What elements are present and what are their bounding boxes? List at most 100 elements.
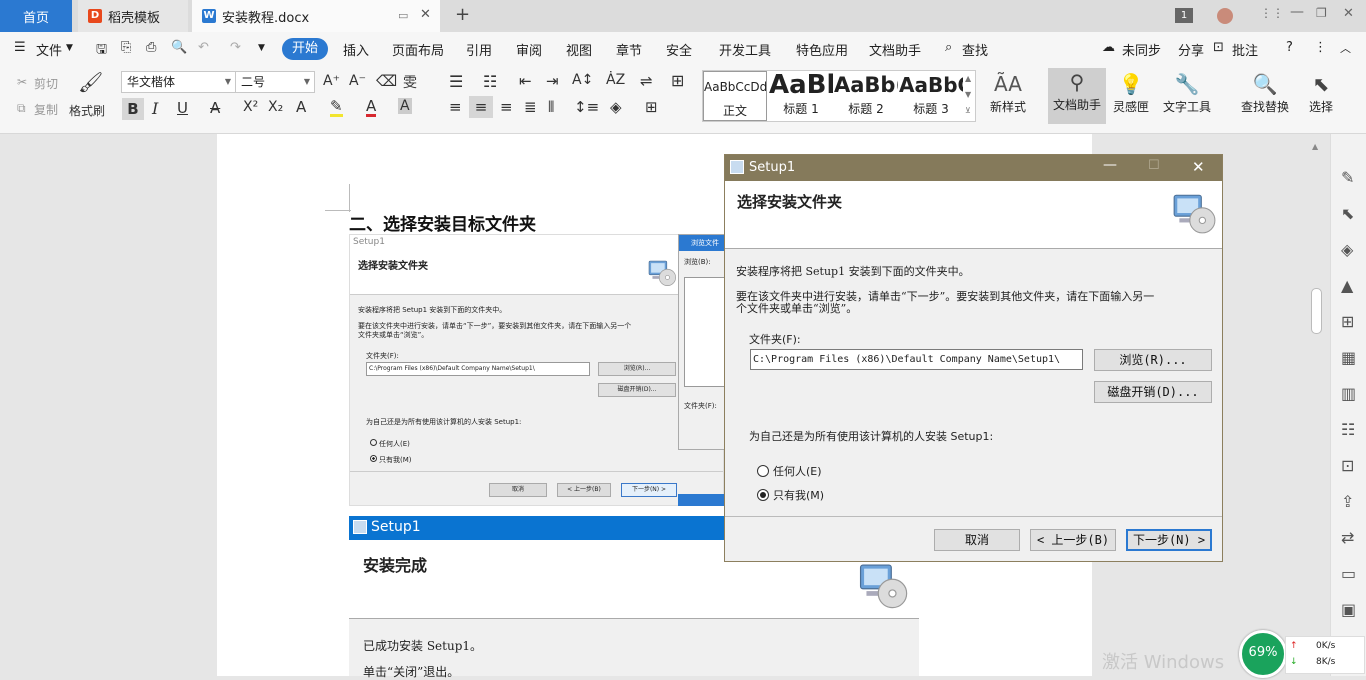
- quick-access-chevron-icon[interactable]: ▼: [258, 43, 265, 53]
- settings-icon[interactable]: ☷: [1341, 420, 1355, 439]
- format-painter-button[interactable]: 格式刷: [69, 102, 105, 119]
- translate-icon[interactable]: ⇄: [1341, 528, 1354, 547]
- bold-button[interactable]: B: [122, 98, 144, 120]
- cut-button[interactable]: 剪切: [34, 75, 58, 92]
- decrease-indent-icon[interactable]: ⇤: [519, 72, 532, 90]
- skin-icon[interactable]: ⋮⋮: [1260, 6, 1284, 20]
- menu-search[interactable]: 查找: [962, 40, 988, 59]
- highlight-button[interactable]: ✎: [330, 98, 343, 117]
- pinyin-icon[interactable]: 雯: [403, 72, 417, 92]
- increase-indent-icon[interactable]: ⇥: [546, 72, 559, 90]
- char-shading-button[interactable]: A: [398, 98, 412, 114]
- fill-icon[interactable]: ▲: [1341, 276, 1353, 295]
- font-size-select[interactable]: 二号 ▼: [235, 71, 315, 93]
- menu-start[interactable]: 开始: [282, 38, 328, 60]
- export-icon[interactable]: ⎘: [121, 40, 131, 55]
- copy-button[interactable]: 复制: [34, 101, 58, 118]
- menu-file[interactable]: 文件: [36, 40, 62, 59]
- window-close-icon[interactable]: ✕: [1343, 6, 1354, 21]
- chart-icon[interactable]: ▥: [1341, 384, 1356, 403]
- redo-icon[interactable]: ↷: [230, 40, 241, 55]
- search-icon[interactable]: ⌕: [945, 40, 952, 55]
- dialog-titlebar[interactable]: Setup1 — ☐ ✕: [725, 155, 1222, 181]
- clear-format-icon[interactable]: ⌫: [376, 72, 397, 90]
- dialog-close-icon[interactable]: ✕: [1192, 158, 1205, 176]
- tab-home[interactable]: 首页: [0, 0, 72, 32]
- menu-references[interactable]: 引用: [466, 40, 492, 59]
- image-search-icon[interactable]: ⊡: [1341, 456, 1354, 475]
- folder-path-input[interactable]: C:\Program Files (x86)\Default Company N…: [750, 349, 1083, 370]
- disk-cost-button[interactable]: 磁盘开销(D)...: [1094, 381, 1212, 403]
- next-button[interactable]: 下一步(N) >: [1126, 529, 1212, 551]
- scroll-thumb[interactable]: [1311, 288, 1322, 334]
- subscript-button[interactable]: X₂: [268, 99, 283, 115]
- tab-docer[interactable]: D 稻壳模板: [78, 0, 188, 32]
- align-left-icon[interactable]: ≡: [449, 98, 462, 116]
- doc-assistant-button[interactable]: ⚲ 文档助手: [1048, 68, 1106, 124]
- pen-icon[interactable]: ✎: [1341, 168, 1354, 187]
- new-tab-button[interactable]: +: [455, 4, 470, 25]
- font-color-button[interactable]: A: [366, 98, 377, 117]
- line-spacing-icon[interactable]: ↕≡: [574, 98, 599, 116]
- hamburger-icon[interactable]: ☰: [14, 40, 26, 55]
- new-style-button[interactable]: ÃA 新样式: [983, 70, 1033, 115]
- share-button[interactable]: 分享: [1178, 40, 1204, 59]
- shading-icon[interactable]: ◈: [610, 98, 622, 116]
- inspiration-button[interactable]: 💡 灵感匣: [1110, 70, 1152, 115]
- menu-insert[interactable]: 插入: [343, 40, 369, 59]
- superscript-button[interactable]: X²: [243, 99, 258, 115]
- distributed-align-icon[interactable]: ⫴: [548, 98, 554, 116]
- table-icon[interactable]: ⊞: [1341, 312, 1354, 331]
- back-button[interactable]: < 上一步(B): [1030, 529, 1116, 551]
- cut-icon[interactable]: ✂: [17, 75, 27, 89]
- dialog-minimize-icon[interactable]: —: [1103, 157, 1117, 173]
- undo-icon[interactable]: ↶: [198, 40, 209, 55]
- more-icon[interactable]: ⋮: [1314, 40, 1327, 55]
- restore-icon[interactable]: ❐: [1316, 6, 1327, 20]
- sync-status[interactable]: 未同步: [1122, 40, 1161, 59]
- shrink-font-icon[interactable]: A⁻: [349, 73, 366, 89]
- picture-icon[interactable]: ▣: [1341, 600, 1356, 619]
- scroll-up-icon[interactable]: ▲: [1312, 142, 1318, 151]
- numbered-list-icon[interactable]: ☷: [483, 72, 497, 91]
- strikethrough-button[interactable]: A: [210, 99, 220, 117]
- style-heading3[interactable]: AaBbC 标题 3: [899, 70, 963, 118]
- collapse-ribbon-icon[interactable]: ︿: [1340, 40, 1351, 56]
- memory-usage-badge[interactable]: 69%: [1239, 630, 1287, 678]
- comment-button[interactable]: 批注: [1232, 40, 1258, 59]
- copy-icon[interactable]: ⧉: [17, 101, 26, 116]
- menu-review[interactable]: 审阅: [516, 40, 542, 59]
- bullet-list-icon[interactable]: ☰: [449, 72, 463, 91]
- help-button[interactable]: ?: [1286, 40, 1293, 55]
- apps-icon[interactable]: ▦: [1341, 348, 1356, 367]
- paragraph-dialog-icon[interactable]: ⊞: [671, 71, 684, 90]
- text-tools-button[interactable]: 🔧 文字工具: [1156, 70, 1218, 115]
- find-replace-button[interactable]: 🔍 查找替换: [1234, 70, 1296, 115]
- shapes-icon[interactable]: ◈: [1341, 240, 1353, 259]
- radio-just-me[interactable]: 只有我(M): [757, 487, 824, 503]
- align-right-icon[interactable]: ≡: [500, 98, 513, 116]
- tab-document[interactable]: W 安装教程.docx ▭ ✕: [192, 0, 440, 32]
- vertical-scrollbar[interactable]: ▲: [1310, 138, 1322, 676]
- font-name-select[interactable]: 华文楷体 ▼: [121, 71, 236, 93]
- tab-pin-icon[interactable]: ▭: [398, 9, 408, 22]
- style-scroll-up-icon[interactable]: ▲: [965, 74, 971, 83]
- menu-special[interactable]: 特色应用: [796, 40, 848, 59]
- justify-icon[interactable]: ≣: [524, 98, 537, 116]
- minimize-icon[interactable]: —: [1290, 4, 1304, 20]
- archive-icon[interactable]: ▭: [1341, 564, 1356, 583]
- sort-icon[interactable]: ȦZ: [606, 72, 625, 88]
- grow-font-icon[interactable]: A⁺: [323, 73, 340, 89]
- print-icon[interactable]: ⎙: [146, 40, 156, 55]
- show-marks-icon[interactable]: ⇌: [640, 72, 653, 90]
- text-effect-button[interactable]: A: [296, 98, 306, 116]
- dialog-maximize-icon[interactable]: ☐: [1148, 158, 1160, 173]
- menu-chapter[interactable]: 章节: [616, 40, 642, 59]
- browse-button[interactable]: 浏览(R)...: [1094, 349, 1212, 371]
- menu-view[interactable]: 视图: [566, 40, 592, 59]
- italic-button[interactable]: I: [152, 99, 158, 118]
- cancel-button[interactable]: 取消: [934, 529, 1020, 551]
- save-icon[interactable]: 🖫: [96, 40, 107, 62]
- select-button[interactable]: ⬉ 选择: [1300, 70, 1342, 115]
- share-icon[interactable]: ⇪: [1341, 492, 1354, 511]
